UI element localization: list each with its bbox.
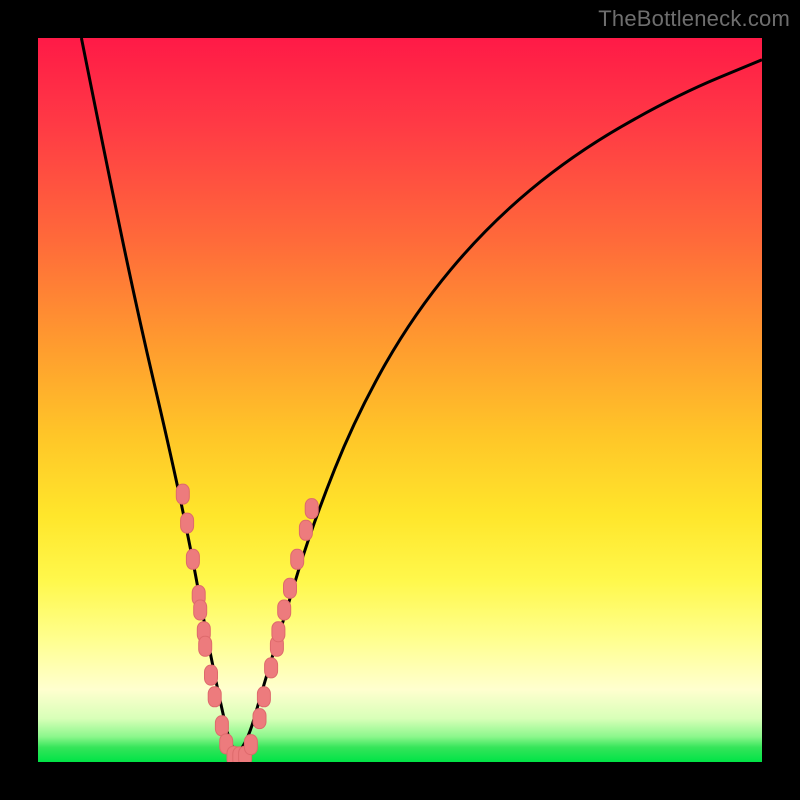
marker bbox=[253, 709, 266, 729]
marker bbox=[305, 499, 318, 519]
marker bbox=[194, 600, 207, 620]
marker-layer bbox=[176, 484, 318, 762]
marker bbox=[199, 636, 212, 656]
marker bbox=[181, 513, 194, 533]
marker bbox=[215, 716, 228, 736]
outer-frame: TheBottleneck.com bbox=[0, 0, 800, 800]
marker bbox=[176, 484, 189, 504]
marker bbox=[278, 600, 291, 620]
marker bbox=[205, 665, 218, 685]
marker bbox=[208, 687, 221, 707]
marker bbox=[291, 549, 304, 569]
bottleneck-curve-path bbox=[81, 38, 762, 751]
curve-layer bbox=[81, 38, 762, 751]
marker bbox=[186, 549, 199, 569]
marker bbox=[257, 687, 270, 707]
watermark-text: TheBottleneck.com bbox=[598, 6, 790, 32]
marker bbox=[272, 622, 285, 642]
plot-area bbox=[38, 38, 762, 762]
chart-svg bbox=[38, 38, 762, 762]
marker bbox=[265, 658, 278, 678]
marker bbox=[299, 520, 312, 540]
marker bbox=[284, 578, 297, 598]
marker bbox=[244, 735, 257, 755]
